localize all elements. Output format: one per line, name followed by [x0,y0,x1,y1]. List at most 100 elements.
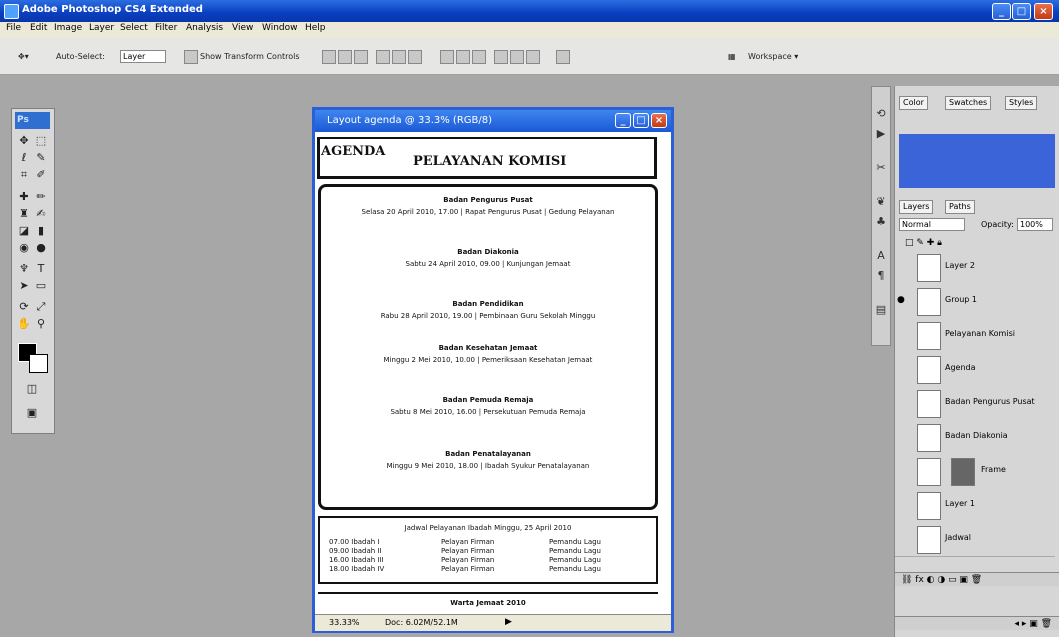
layers-footer-icons[interactable]: ⛓ fx ◐ ◑ ▭ ▣ 🗑︎ [895,572,1059,586]
workspace-menu[interactable]: Workspace ▾ [748,52,798,61]
status-arrow-icon[interactable]: ▶ [505,617,512,627]
align-right-icon[interactable] [408,50,422,64]
close-button[interactable]: × [1034,3,1053,20]
character-panel-icon[interactable]: A [874,249,888,263]
menu-select[interactable]: Select [120,23,148,33]
menu-filter[interactable]: Filter [155,23,177,33]
layer-row[interactable]: ● Group 1 [895,284,1055,319]
align-top-icon[interactable] [322,50,336,64]
zoom-level[interactable]: 33.33% [329,618,360,627]
show-transform-checkbox[interactable] [184,50,198,64]
section-body: Sabtu 24 April 2010, 09.00 | Kunjungan J… [405,260,571,268]
menu-layer[interactable]: Layer [89,23,114,33]
tab-styles[interactable]: Styles [1005,96,1038,110]
marquee-tool-icon[interactable]: ⬚ [33,133,49,148]
history-brush-tool-icon[interactable]: ✍ [33,206,49,221]
workspace-icon[interactable]: ▦ [728,52,736,61]
history-panel-icon[interactable]: ⟲ [874,107,888,121]
dodge-tool-icon[interactable]: ● [33,240,49,255]
menu-analysis[interactable]: Analysis [186,23,223,33]
menu-view[interactable]: View [232,23,253,33]
zoom-tool-icon[interactable]: ⚲ [33,316,49,331]
screen-mode-icon[interactable]: ▣ [24,405,40,420]
layer-row[interactable]: Layer 2 [895,250,1055,285]
paragraph-panel-icon[interactable]: ¶ [874,269,888,283]
align-bottom-icon[interactable] [354,50,368,64]
clone-source-icon[interactable]: ♣ [874,215,888,229]
move-tool-icon[interactable]: ✥▾ [18,52,29,61]
menu-file[interactable]: File [6,23,21,33]
healing-brush-tool-icon[interactable]: ✚ [16,189,32,204]
distribute-top-icon[interactable] [440,50,454,64]
crop-tool-icon[interactable]: ⌗ [16,167,32,182]
path-select-tool-icon[interactable]: ➤ [16,278,32,293]
align-middle-icon[interactable] [338,50,352,64]
shape-tool-icon[interactable]: ▭ [33,278,49,293]
swatch-row[interactable] [899,168,1055,188]
tab-paths[interactable]: Paths [945,200,975,214]
move-tool-icon[interactable]: ✥ [16,133,32,148]
doc-maximize-button[interactable]: □ [633,113,649,128]
maximize-button[interactable]: □ [1012,3,1031,20]
tab-swatches[interactable]: Swatches [945,96,992,110]
type-tool-icon[interactable]: T [33,261,49,276]
opacity-input[interactable]: 100% [1017,218,1053,231]
doc-minimize-button[interactable]: _ [615,113,631,128]
document-title-bar[interactable]: Layout agenda @ 33.3% (RGB/8) _ □ × [315,110,671,132]
menu-window[interactable]: Window [262,23,298,33]
distribute-bottom-icon[interactable] [472,50,486,64]
layer-row[interactable]: Badan Pengurus Pusat [895,386,1055,421]
pen-tool-icon[interactable]: ♆ [16,261,32,276]
eraser-tool-icon[interactable]: ◪ [16,223,32,238]
blend-mode-select[interactable]: Normal [899,218,965,231]
layer-row[interactable]: Badan Diakonia [895,420,1055,455]
layer-name: Layer 1 [945,499,975,508]
brush-tool-icon[interactable]: ✏ [33,189,49,204]
document-window[interactable]: Layout agenda @ 33.3% (RGB/8) _ □ × AGEN… [312,107,674,633]
tools-preset-icon[interactable]: ✂ [874,161,888,175]
distribute-middle-icon[interactable] [456,50,470,64]
eyedropper-tool-icon[interactable]: ✐ [33,167,49,182]
layer-row[interactable]: Jadwal [895,522,1055,557]
distribute-left-icon[interactable] [494,50,508,64]
layer-row[interactable]: Frame [895,454,1055,489]
tab-color[interactable]: Color [899,96,928,110]
auto-select-dropdown[interactable]: Layer [120,50,166,63]
menu-help[interactable]: Help [305,23,326,33]
layer-row[interactable]: Agenda [895,352,1055,387]
gradient-tool-icon[interactable]: ▮ [33,223,49,238]
visibility-icon[interactable] [897,261,907,271]
align-center-icon[interactable] [392,50,406,64]
distribute-right-icon[interactable] [526,50,540,64]
doc-close-button[interactable]: × [651,113,667,128]
notes-panel-icon[interactable]: ▤ [874,303,888,317]
layer-row[interactable]: Pelayanan Komisi [895,318,1055,353]
menu-image[interactable]: Image [54,23,82,33]
3d-orbit-tool-icon[interactable]: ⤢ [33,299,49,314]
auto-align-icon[interactable] [556,50,570,64]
tab-layers[interactable]: Layers [899,200,934,214]
hand-tool-icon[interactable]: ✋ [16,316,32,331]
doc-size[interactable]: Doc: 6.02M/52.1M [385,618,458,627]
schedule-cell: Pemandu Lagu [549,538,601,546]
menu-edit[interactable]: Edit [30,23,47,33]
blur-tool-icon[interactable]: ◉ [16,240,32,255]
background-color-swatch[interactable] [29,354,48,373]
layer-row[interactable]: Layer 1 [895,488,1055,523]
clone-stamp-tool-icon[interactable]: ♜ [16,206,32,221]
quick-mask-icon[interactable]: ◫ [24,381,40,396]
lasso-tool-icon[interactable]: ℓ [16,150,32,165]
panel-bottom-icons[interactable]: ◂ ▸ ▣ 🗑︎ [895,616,1059,630]
minimize-button[interactable]: _ [992,3,1011,20]
quick-select-tool-icon[interactable]: ✎ [33,150,49,165]
distribute-center-icon[interactable] [510,50,524,64]
schedule-cell: Pemandu Lagu [549,565,601,573]
3d-rotate-tool-icon[interactable]: ⟳ [16,299,32,314]
document-canvas[interactable]: AGENDA PELAYANAN KOMISI Badan Pengurus P… [315,132,671,614]
visibility-icon[interactable]: ● [897,295,907,305]
align-left-icon[interactable] [376,50,390,64]
brushes-panel-icon[interactable]: ❦ [874,195,888,209]
lock-icons[interactable]: □ ✎ ✚ 🔒︎ [905,238,942,248]
actions-panel-icon[interactable]: ▶ [874,127,888,141]
color-ramp[interactable] [899,134,1055,168]
